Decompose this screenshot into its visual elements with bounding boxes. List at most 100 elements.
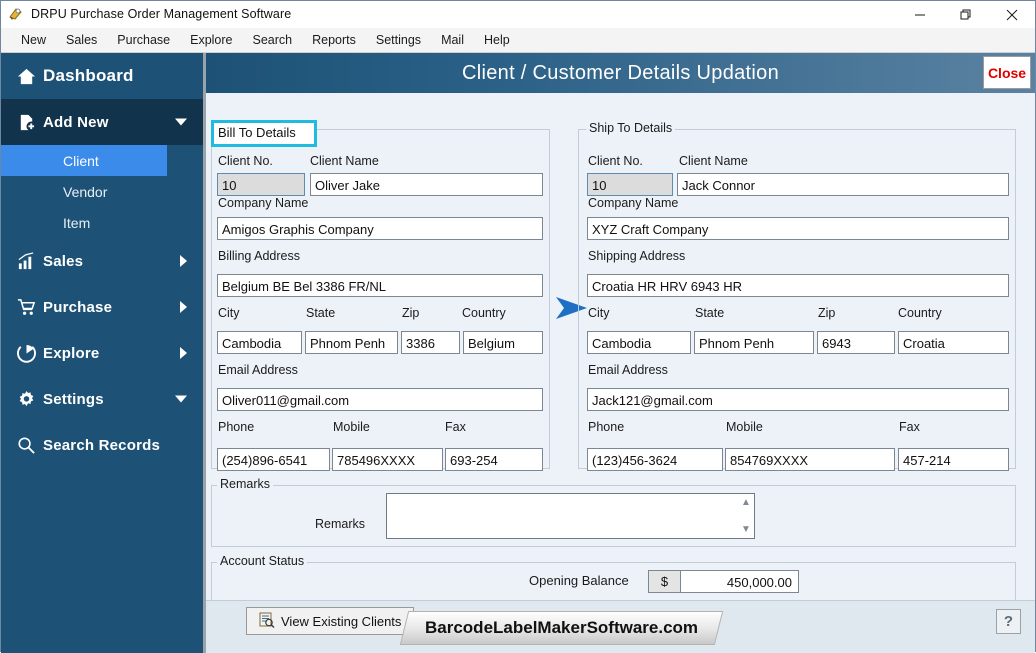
close-button[interactable]: Close [983,56,1031,89]
sidebar-sublabel-item: Item [63,214,91,231]
close-icon[interactable] [989,1,1035,28]
ship-to-email-label: Email Address [588,363,668,377]
sidebar-label-search-records: Search Records [43,436,161,454]
bill-to-company-field[interactable]: Amigos Graphis Company [217,217,543,240]
remarks-textarea[interactable]: ▲ ▼ [386,493,755,539]
view-existing-clients-button[interactable]: View Existing Clients [246,607,415,635]
bill-to-client-no-label: Client No. [218,154,273,168]
sidebar-item-dashboard[interactable]: Dashboard [1,53,203,99]
sidebar-item-purchase[interactable]: Purchase [1,284,203,330]
bill-to-city-field[interactable]: Cambodia [217,331,302,354]
sidebar-item-explore[interactable]: Explore [1,330,203,376]
sidebar-item-search-records[interactable]: Search Records [1,422,203,468]
bill-to-mobile-field[interactable]: 785496XXXX [332,448,443,471]
sidebar-label-explore: Explore [43,344,100,362]
ship-to-country-label: Country [898,306,942,320]
chevron-right-icon [180,301,187,313]
bill-to-zip-field[interactable]: 3386 [401,331,460,354]
ship-to-client-no-field[interactable]: 10 [587,173,673,196]
form-body: Bill To Details Client No. Client Name 1… [206,93,1035,638]
menu-item-settings[interactable]: Settings [366,30,431,50]
sidebar-subitem-item[interactable]: Item [1,207,203,238]
help-button[interactable]: ? [996,609,1021,634]
ship-to-city-label: City [588,306,610,320]
sidebar-label-sales: Sales [43,252,84,270]
bill-to-client-name-field[interactable]: Oliver Jake [310,173,543,196]
ship-to-country-field[interactable]: Croatia [898,331,1009,354]
bill-to-fax-field[interactable]: 693-254 [445,448,543,471]
remarks-group-title: Remarks [217,477,274,491]
ship-to-email-field[interactable]: Jack121@gmail.com [587,388,1009,411]
ship-to-company-label: Company Name [588,196,679,210]
main-panel: Client / Customer Details Updation Close… [206,53,1035,653]
sidebar-label-dashboard: Dashboard [43,66,134,85]
form-header: Client / Customer Details Updation Close [206,53,1035,93]
question-mark-icon: ? [1003,613,1014,630]
restore-icon[interactable] [943,1,989,28]
ship-to-phone-field[interactable]: (123)456-3624 [587,448,723,471]
chevron-right-icon [180,347,187,359]
sidebar-label-add-new: Add New [43,113,109,131]
bill-to-email-field[interactable]: Oliver011@gmail.com [217,388,543,411]
bill-to-address-label: Billing Address [218,249,300,263]
minimize-icon[interactable] [897,1,943,28]
ship-to-mobile-field[interactable]: 854769XXXX [725,448,895,471]
ship-to-city-field[interactable]: Cambodia [587,331,691,354]
menu-item-sales[interactable]: Sales [56,30,107,50]
ship-to-state-label: State [695,306,725,320]
sidebar-subitem-vendor[interactable]: Vendor [1,176,203,207]
bill-to-address-field[interactable]: Belgium BE Bel 3386 FR/NL [217,274,543,297]
opening-balance-field[interactable]: 450,000.00 [680,570,799,593]
title-bar: DRPU Purchase Order Management Software [1,1,1035,28]
ship-to-phone-label: Phone [588,420,625,434]
bill-to-country-label: Country [462,306,506,320]
menu-item-explore[interactable]: Explore [180,30,242,50]
shopping-cart-icon [17,298,43,317]
footer-bar: View Existing Clients BarcodeLabelMakerS… [206,600,1035,653]
ship-to-group-title: Ship To Details [586,121,676,135]
remarks-value [387,494,397,538]
menu-item-purchase[interactable]: Purchase [107,30,180,50]
ship-to-client-name-field[interactable]: Jack Connor [677,173,1009,196]
sidebar-label-settings: Settings [43,390,104,408]
remarks-scroll-arrows[interactable]: ▲ ▼ [738,494,754,538]
bar-chart-icon [17,251,43,271]
menu-item-mail[interactable]: Mail [431,30,474,50]
sidebar-item-sales[interactable]: Sales [1,238,203,284]
ship-to-client-name-label: Client Name [679,154,748,168]
bill-to-email-label: Email Address [218,363,298,377]
menu-item-new[interactable]: New [11,30,56,50]
gear-icon [17,390,43,409]
remarks-field-label: Remarks [315,517,366,531]
bill-to-phone-field[interactable]: (254)896-6541 [217,448,330,471]
bill-to-company-label: Company Name [218,196,309,210]
bill-to-group-title: Bill To Details [218,125,296,140]
document-search-icon [259,612,275,631]
menu-item-search[interactable]: Search [243,30,303,50]
scroll-up-icon[interactable]: ▲ [741,497,751,508]
window-title: DRPU Purchase Order Management Software [31,7,292,21]
ship-to-zip-field[interactable]: 6943 [817,331,895,354]
app-icon [8,6,24,22]
bill-to-client-no-field[interactable]: 10 [217,173,305,196]
sidebar-subitem-client[interactable]: Client [1,145,167,176]
sidebar-sublabel-vendor: Vendor [63,183,108,200]
ship-to-state-field[interactable]: Phnom Penh [694,331,814,354]
ship-to-company-field[interactable]: XYZ Craft Company [587,217,1009,240]
bill-to-country-field[interactable]: Belgium [463,331,543,354]
chevron-right-icon [180,255,187,267]
opening-balance-label: Opening Balance [529,573,629,588]
ship-to-address-field[interactable]: Croatia HR HRV 6943 HR [587,274,1009,297]
bill-to-city-label: City [218,306,240,320]
ship-to-fax-field[interactable]: 457-214 [898,448,1009,471]
scroll-down-icon[interactable]: ▼ [741,524,751,535]
sidebar-item-settings[interactable]: Settings [1,376,203,422]
ship-to-fax-label: Fax [899,420,920,434]
bill-to-state-field[interactable]: Phnom Penh [305,331,398,354]
currency-symbol-field: $ [648,570,681,593]
account-status-group-title: Account Status [217,554,308,568]
bill-to-phone-label: Phone [218,420,255,434]
sidebar-item-add-new[interactable]: Add New [1,99,203,145]
menu-item-help[interactable]: Help [474,30,520,50]
menu-item-reports[interactable]: Reports [302,30,366,50]
